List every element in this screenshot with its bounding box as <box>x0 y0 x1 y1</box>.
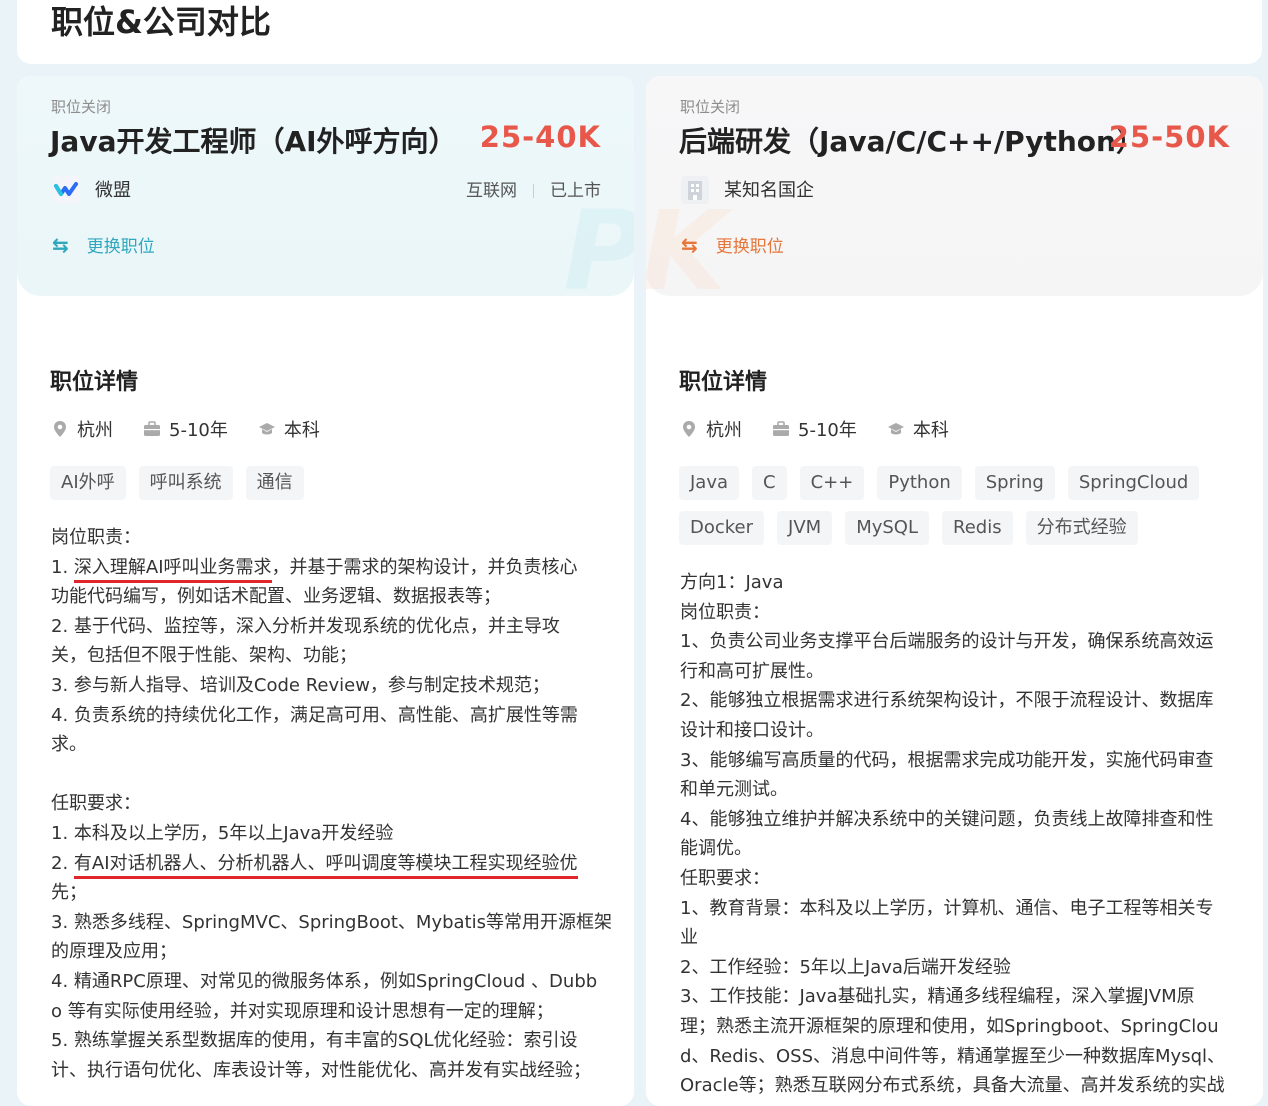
job-status: 职位关闭 <box>51 98 112 116</box>
job-experience: 5-10年 <box>798 420 857 441</box>
job-tag: SpringCloud <box>1067 466 1200 500</box>
location-icon <box>683 421 695 437</box>
switch-job-label: 更换职位 <box>86 237 155 257</box>
job-tag: C <box>752 466 787 500</box>
job-tags: AI外呼 呼叫系统 通信 <box>50 466 610 511</box>
graduation-cap-icon <box>258 423 275 435</box>
job-tags: Java C C++ Python Spring SpringCloud Doc… <box>679 466 1239 556</box>
highlight-underline: 有AI对话机器人、分析机器人、呼叫调度等模块工程实现经验优 <box>73 852 578 879</box>
job-city: 杭州 <box>706 420 742 441</box>
job-info: 杭州 5-10年 本科 <box>680 416 979 442</box>
switch-job-button[interactable]: ⇆ 更换职位 <box>681 232 784 258</box>
job-title[interactable]: 后端研发（Java/C/C++/Python） <box>679 120 1144 160</box>
company-meta: 互联网 已上市 <box>466 176 601 201</box>
company-name[interactable]: 微盟 <box>95 176 131 202</box>
location-icon <box>54 421 66 437</box>
job-tag: 呼叫系统 <box>138 466 233 500</box>
section-title: 职位详情 <box>679 370 768 395</box>
page-title: 职位&公司对比 <box>51 3 271 41</box>
job-status: 职位关闭 <box>680 98 741 116</box>
job-tag: Python <box>877 466 962 500</box>
job-tag: 分布式经验 <box>1025 511 1138 545</box>
switch-job-button[interactable]: ⇆ 更换职位 <box>52 232 155 258</box>
job-tag: Java <box>679 466 740 500</box>
job-tag: JVM <box>777 511 833 545</box>
job-description: 岗位职责： 1. 深入理解AI呼叫业务需求，并基于需求的架构设计，并负责核心 功… <box>51 527 612 1081</box>
job-tag: 通信 <box>245 466 304 500</box>
briefcase-icon <box>773 421 789 436</box>
job-column-right: K 职位关闭 后端研发（Java/C/C++/Python） 25-50K 某知… <box>646 76 1263 1106</box>
job-education: 本科 <box>912 420 949 441</box>
job-info: 杭州 5-10年 本科 <box>51 416 350 442</box>
divider <box>533 184 534 198</box>
salary: 25-40K <box>479 120 601 154</box>
swap-icon: ⇆ <box>681 232 698 257</box>
job-column-left: P 职位关闭 Java开发工程师（AI外呼方向） 25-40K 微盟 互联网已上… <box>17 76 634 1106</box>
company-logo-icon <box>52 176 80 204</box>
job-education: 本科 <box>283 420 320 441</box>
briefcase-icon <box>144 421 160 436</box>
swap-icon: ⇆ <box>52 232 69 257</box>
company-stage: 已上市 <box>550 181 601 201</box>
job-tag: C++ <box>799 466 865 500</box>
job-tag: Docker <box>679 511 765 545</box>
job-tag: AI外呼 <box>50 466 126 500</box>
company-name[interactable]: 某知名国企 <box>724 176 814 202</box>
job-experience: 5-10年 <box>169 420 228 441</box>
graduation-cap-icon <box>887 423 904 435</box>
job-title[interactable]: Java开发工程师（AI外呼方向） <box>50 120 457 160</box>
job-tag: Redis <box>942 511 1013 545</box>
job-tag: MySQL <box>845 511 929 545</box>
job-tag: Spring <box>974 466 1055 500</box>
company-industry: 互联网 <box>466 181 517 201</box>
building-icon <box>681 176 709 204</box>
section-title: 职位详情 <box>50 370 139 395</box>
switch-job-label: 更换职位 <box>715 237 784 257</box>
highlight-underline: 深入理解AI呼叫业务需求 <box>73 556 272 583</box>
salary: 25-50K <box>1108 120 1230 154</box>
job-city: 杭州 <box>77 420 113 441</box>
job-description: 方向1：Java 岗位职责： 1、负责公司业务支撑平台后端服务的设计与开发，确保… <box>680 572 1226 1097</box>
